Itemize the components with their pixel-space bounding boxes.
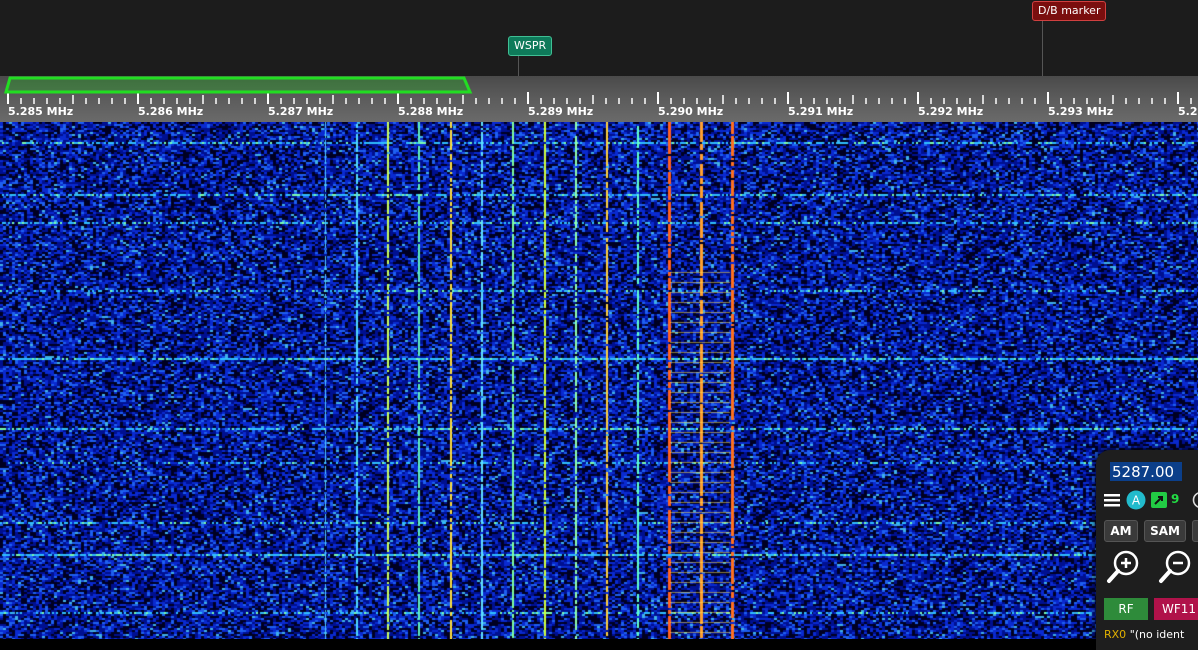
db-marker[interactable]: D/B marker	[1032, 1, 1106, 21]
scale-label-1: 5.285 MHz	[8, 105, 73, 118]
scale-label-6: 5.290 MHz	[658, 105, 723, 118]
scale-label-7: 5.291 MHz	[788, 105, 853, 118]
waterfall-display[interactable]	[0, 122, 1198, 639]
mode-next-button[interactable]	[1192, 520, 1198, 542]
rx-ident: "(no ident	[1130, 628, 1185, 641]
svg-text:A: A	[1132, 494, 1141, 508]
scale-label-4: 5.288 MHz	[398, 105, 463, 118]
menu-icon[interactable]	[1103, 491, 1121, 509]
zoom-in-icon[interactable]	[1106, 548, 1142, 584]
rx-prefix: RX0	[1104, 628, 1126, 641]
arrow-icon[interactable]	[1150, 491, 1168, 509]
scale-label-2: 5.286 MHz	[138, 105, 203, 118]
passband-indicator[interactable]	[0, 76, 474, 94]
mode-am-button[interactable]: AM	[1104, 520, 1138, 542]
wspr-marker-line	[518, 56, 519, 76]
signal-badge: 9	[1171, 492, 1185, 508]
scale-label-5: 5.289 MHz	[528, 105, 593, 118]
wf-button[interactable]: WF11	[1154, 598, 1198, 620]
frequency-scale[interactable]: 5.285 MHz 5.286 MHz 5.287 MHz 5.288 MHz …	[0, 76, 1198, 122]
auto-icon[interactable]: A	[1126, 490, 1146, 510]
scale-label-8: 5.292 MHz	[918, 105, 983, 118]
frequency-input[interactable]	[1110, 462, 1182, 481]
zoom-out-icon[interactable]	[1158, 548, 1194, 584]
wspr-marker[interactable]: WSPR	[508, 36, 552, 56]
scale-label-3: 5.287 MHz	[268, 105, 333, 118]
scale-label-9: 5.293 MHz	[1048, 105, 1113, 118]
circle-icon[interactable]	[1192, 491, 1198, 509]
marker-band: WSPR D/B marker	[0, 0, 1198, 76]
db-marker-line	[1042, 21, 1043, 76]
scale-label-10: 5.29	[1178, 105, 1198, 118]
rx-status: RX0 "(no ident	[1104, 628, 1184, 641]
mode-sam-button[interactable]: SAM	[1144, 520, 1186, 542]
rf-button[interactable]: RF	[1104, 598, 1148, 620]
control-panel: A 9 AM SAM RF WF11 RX0 "(no ident	[1096, 450, 1198, 650]
